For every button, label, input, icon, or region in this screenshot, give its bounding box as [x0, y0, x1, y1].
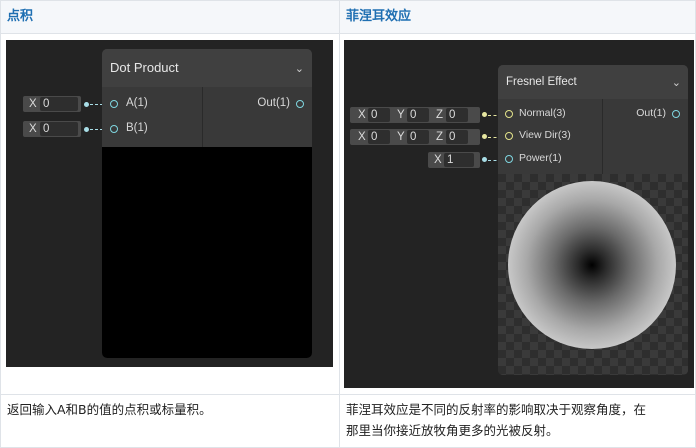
fresnel-description-line-2: 那里当你接近放牧角更多的光被反射。 [346, 423, 559, 438]
port-normal-dot[interactable] [505, 110, 513, 118]
input-b-field[interactable]: X 0 [23, 121, 81, 137]
dot-product-node[interactable]: Dot Product ⌄ A(1) B(1) Out(1) [102, 49, 312, 358]
node-title: Dot Product [102, 49, 312, 87]
fresnel-description: 菲涅耳效应是不同的反射率的影响取决于观察角度，在 那里当你接近放牧角更多的光被反… [340, 397, 695, 445]
value-field[interactable]: 0 [368, 108, 390, 122]
fresnel-effect-node[interactable]: Fresnel Effect ⌄ Normal(3) View Dir(3) P… [498, 65, 688, 375]
connection-knob [482, 112, 487, 117]
port-power-label: Power(1) [519, 152, 562, 164]
column-heading-dot-product: 点积 [1, 1, 339, 33]
axis-label: Y [397, 131, 405, 143]
chevron-down-icon[interactable]: ⌄ [672, 76, 681, 89]
port-view-dir-label: View Dir(3) [519, 129, 571, 141]
axis-label: X [29, 123, 37, 135]
power-field[interactable]: X 1 [428, 152, 480, 168]
value-field[interactable]: 0 [446, 108, 468, 122]
value-field[interactable]: 0 [407, 108, 429, 122]
axis-label: X [358, 109, 366, 121]
fresnel-description-line-1: 菲涅耳效应是不同的反射率的影响取决于观察角度，在 [346, 402, 647, 417]
axis-label: Y [397, 109, 405, 121]
value-field[interactable]: 1 [444, 153, 474, 167]
port-divider [602, 99, 603, 174]
port-out-dot[interactable] [296, 100, 304, 108]
node-title: Fresnel Effect [498, 65, 688, 99]
axis-label: X [29, 98, 37, 110]
value-field[interactable]: 0 [40, 122, 78, 136]
port-out-dot[interactable] [672, 110, 680, 118]
normal-field[interactable]: X 0 Y 0 Z 0 [350, 107, 480, 123]
input-a-field[interactable]: X 0 [23, 96, 81, 112]
dot-product-description: 返回输入A和B的值的点积或标量积。 [7, 402, 212, 417]
value-field[interactable]: 0 [40, 97, 78, 111]
fresnel-screenshot: X 0 Y 0 Z 0 X 0 Y 0 Z 0 X 1 Fresnel Effe… [344, 40, 694, 388]
fresnel-sphere-preview [508, 181, 676, 349]
row-divider [0, 394, 696, 395]
port-a-label: A(1) [126, 97, 148, 109]
connection-knob [84, 127, 89, 132]
connection-knob [84, 102, 89, 107]
view-dir-field[interactable]: X 0 Y 0 Z 0 [350, 129, 480, 145]
axis-label: X [358, 131, 366, 143]
connection-knob [482, 157, 487, 162]
port-normal-label: Normal(3) [519, 107, 566, 119]
port-b-label: B(1) [126, 122, 148, 134]
table-border-left [0, 0, 1, 448]
value-field[interactable]: 0 [368, 130, 390, 144]
axis-label: Z [436, 109, 444, 121]
port-a-dot[interactable] [110, 100, 118, 108]
port-out-label: Out(1) [636, 107, 666, 119]
node-preview [498, 174, 688, 375]
port-out-label: Out(1) [257, 97, 290, 109]
port-b-dot[interactable] [110, 125, 118, 133]
port-power-dot[interactable] [505, 155, 513, 163]
port-divider [202, 87, 203, 147]
dot-product-screenshot: X 0 X 0 Dot Product ⌄ A(1) B(1) Out(1) [6, 40, 333, 367]
port-view-dir-dot[interactable] [505, 132, 513, 140]
chevron-down-icon[interactable]: ⌄ [295, 62, 304, 75]
node-preview [102, 147, 312, 358]
header-divider [0, 33, 696, 34]
axis-label: Z [436, 131, 444, 143]
value-field[interactable]: 0 [446, 130, 468, 144]
axis-label: X [434, 154, 442, 166]
comparison-table: 点积 菲涅耳效应 X 0 X 0 Dot Product ⌄ A(1) B(1)… [0, 0, 696, 448]
connection-knob [482, 134, 487, 139]
column-heading-fresnel: 菲涅耳效应 [340, 1, 695, 33]
column-divider [339, 0, 340, 448]
value-field[interactable]: 0 [407, 130, 429, 144]
